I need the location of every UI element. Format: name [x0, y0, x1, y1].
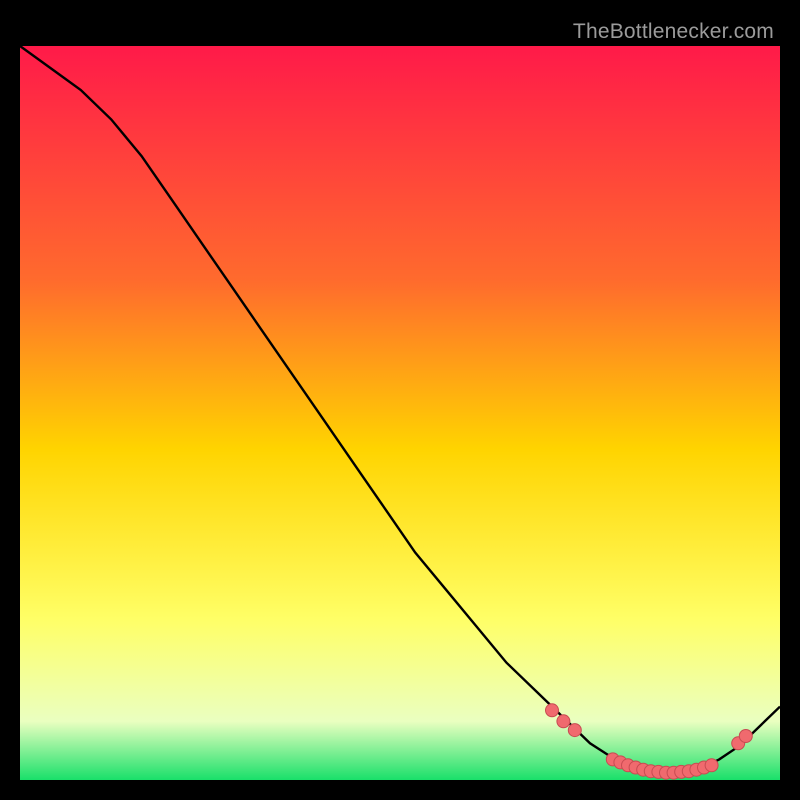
dot — [557, 715, 570, 728]
chart-frame: TheBottlenecker.com — [20, 20, 780, 780]
dot — [739, 730, 752, 743]
chart-svg — [20, 46, 780, 780]
gradient-background — [20, 46, 780, 780]
dot — [705, 759, 718, 772]
plot-area — [20, 46, 780, 780]
watermark-text: TheBottlenecker.com — [573, 20, 774, 44]
dot — [568, 724, 581, 737]
dot — [546, 704, 559, 717]
